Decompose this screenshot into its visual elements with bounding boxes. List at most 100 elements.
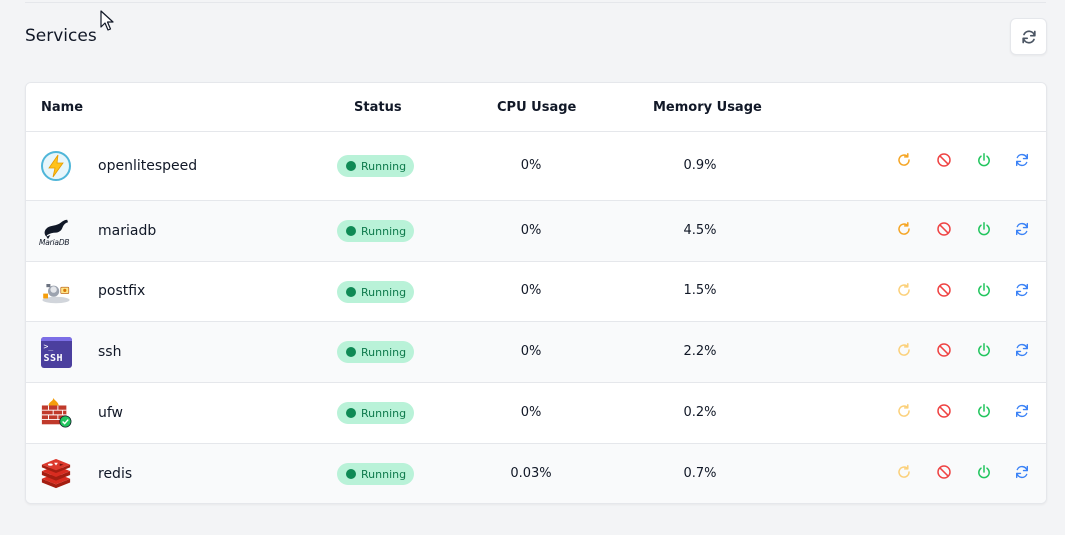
power-button[interactable] (975, 281, 993, 299)
row-actions (895, 220, 1035, 238)
status-dot (346, 161, 356, 171)
status-dot (346, 347, 356, 357)
reload-icon (1016, 404, 1028, 418)
power-button[interactable] (975, 220, 993, 238)
refresh-all-button[interactable] (1010, 18, 1047, 55)
restart-icon (898, 343, 910, 356)
stop-button[interactable] (935, 281, 953, 299)
restart-icon (898, 283, 910, 296)
reload-button[interactable] (1013, 220, 1031, 238)
stop-button[interactable] (935, 463, 953, 481)
postfix-logo (40, 276, 72, 308)
service-name: postfix (98, 283, 146, 299)
cpu-usage: 0% (520, 344, 542, 359)
power-icon (978, 153, 990, 167)
reload-button[interactable] (1013, 402, 1031, 420)
restart-button[interactable] (895, 220, 913, 238)
memory-usage: 0.9% (683, 158, 717, 173)
reload-button[interactable] (1013, 463, 1031, 481)
memory-usage: 0.7% (683, 466, 717, 481)
ssh-logo-text: SSH (43, 352, 64, 364)
stop-button[interactable] (935, 402, 953, 420)
status-text: Running (361, 345, 407, 359)
power-icon (978, 343, 990, 357)
restart-icon (898, 153, 910, 166)
mariadb-logo: MariaDB (39, 215, 72, 247)
stop-icon (937, 283, 951, 297)
stop-button[interactable] (935, 341, 953, 359)
stop-icon (937, 153, 951, 167)
status-text: Running (361, 467, 407, 481)
stop-button[interactable] (935, 151, 953, 169)
power-button[interactable] (975, 151, 993, 169)
refresh-icon (1021, 29, 1036, 44)
reload-icon (1016, 283, 1028, 297)
cpu-usage: 0% (520, 223, 542, 238)
ufw-logo (40, 397, 72, 429)
power-icon (978, 404, 990, 418)
table-row: redis Running 0.03% 0.7% (26, 444, 1046, 503)
header-status: Status (354, 100, 402, 115)
restart-button[interactable] (895, 463, 913, 481)
reload-icon (1016, 222, 1028, 236)
service-name: redis (98, 466, 133, 482)
restart-button[interactable] (895, 341, 913, 359)
power-button[interactable] (975, 402, 993, 420)
stop-icon (937, 465, 951, 479)
row-actions (895, 463, 1035, 481)
power-icon (978, 283, 990, 297)
top-divider (25, 2, 1046, 3)
header-cpu: CPU Usage (497, 100, 577, 115)
table-row: openlitespeed Running 0% 0.9% (26, 132, 1046, 201)
page-title: Services (25, 26, 97, 46)
restart-icon (898, 465, 910, 478)
table-row: >_ SSH ssh Running 0% 2.2% (26, 322, 1046, 383)
table-row: ufw Running 0% 0.2% (26, 383, 1046, 444)
cpu-usage: 0% (520, 158, 542, 173)
reload-icon (1016, 153, 1028, 167)
status-dot (346, 287, 356, 297)
mouse-cursor-icon (100, 10, 114, 31)
row-actions (895, 281, 1035, 299)
status-text: Running (361, 406, 407, 420)
stop-button[interactable] (935, 220, 953, 238)
table-header: Name Status CPU Usage Memory Usage (26, 83, 1046, 132)
cpu-usage: 0.03% (510, 466, 552, 481)
memory-usage: 2.2% (683, 344, 717, 359)
row-actions (895, 151, 1035, 169)
stop-icon (937, 222, 951, 236)
memory-usage: 0.2% (683, 405, 717, 420)
status-badge: Running (337, 402, 414, 424)
status-badge: Running (337, 220, 414, 242)
row-actions (895, 341, 1035, 359)
power-icon (978, 465, 990, 479)
status-badge: Running (337, 281, 414, 303)
table-row: MariaDB mariadb Running 0% 4.5% (26, 201, 1046, 262)
restart-icon (898, 404, 910, 417)
header-memory: Memory Usage (653, 100, 762, 115)
table-row: postfix Running 0% 1.5% (26, 262, 1046, 322)
cpu-usage: 0% (520, 405, 542, 420)
status-badge: Running (337, 341, 414, 363)
restart-button[interactable] (895, 402, 913, 420)
status-text: Running (361, 224, 407, 238)
cpu-usage: 0% (520, 283, 542, 298)
stop-icon (937, 343, 951, 357)
memory-usage: 4.5% (683, 223, 717, 238)
service-name: mariadb (98, 223, 157, 239)
restart-button[interactable] (895, 281, 913, 299)
openlitespeed-logo (40, 150, 72, 182)
restart-button[interactable] (895, 151, 913, 169)
service-name: ufw (98, 405, 124, 421)
status-badge: Running (337, 463, 414, 485)
reload-icon (1016, 343, 1028, 357)
power-button[interactable] (975, 341, 993, 359)
power-button[interactable] (975, 463, 993, 481)
reload-button[interactable] (1013, 281, 1031, 299)
reload-button[interactable] (1013, 151, 1031, 169)
service-name: openlitespeed (98, 158, 198, 174)
status-badge: Running (337, 155, 414, 177)
power-icon (978, 222, 990, 236)
mariadb-logo-text: MariaDB (39, 238, 70, 247)
reload-button[interactable] (1013, 341, 1031, 359)
